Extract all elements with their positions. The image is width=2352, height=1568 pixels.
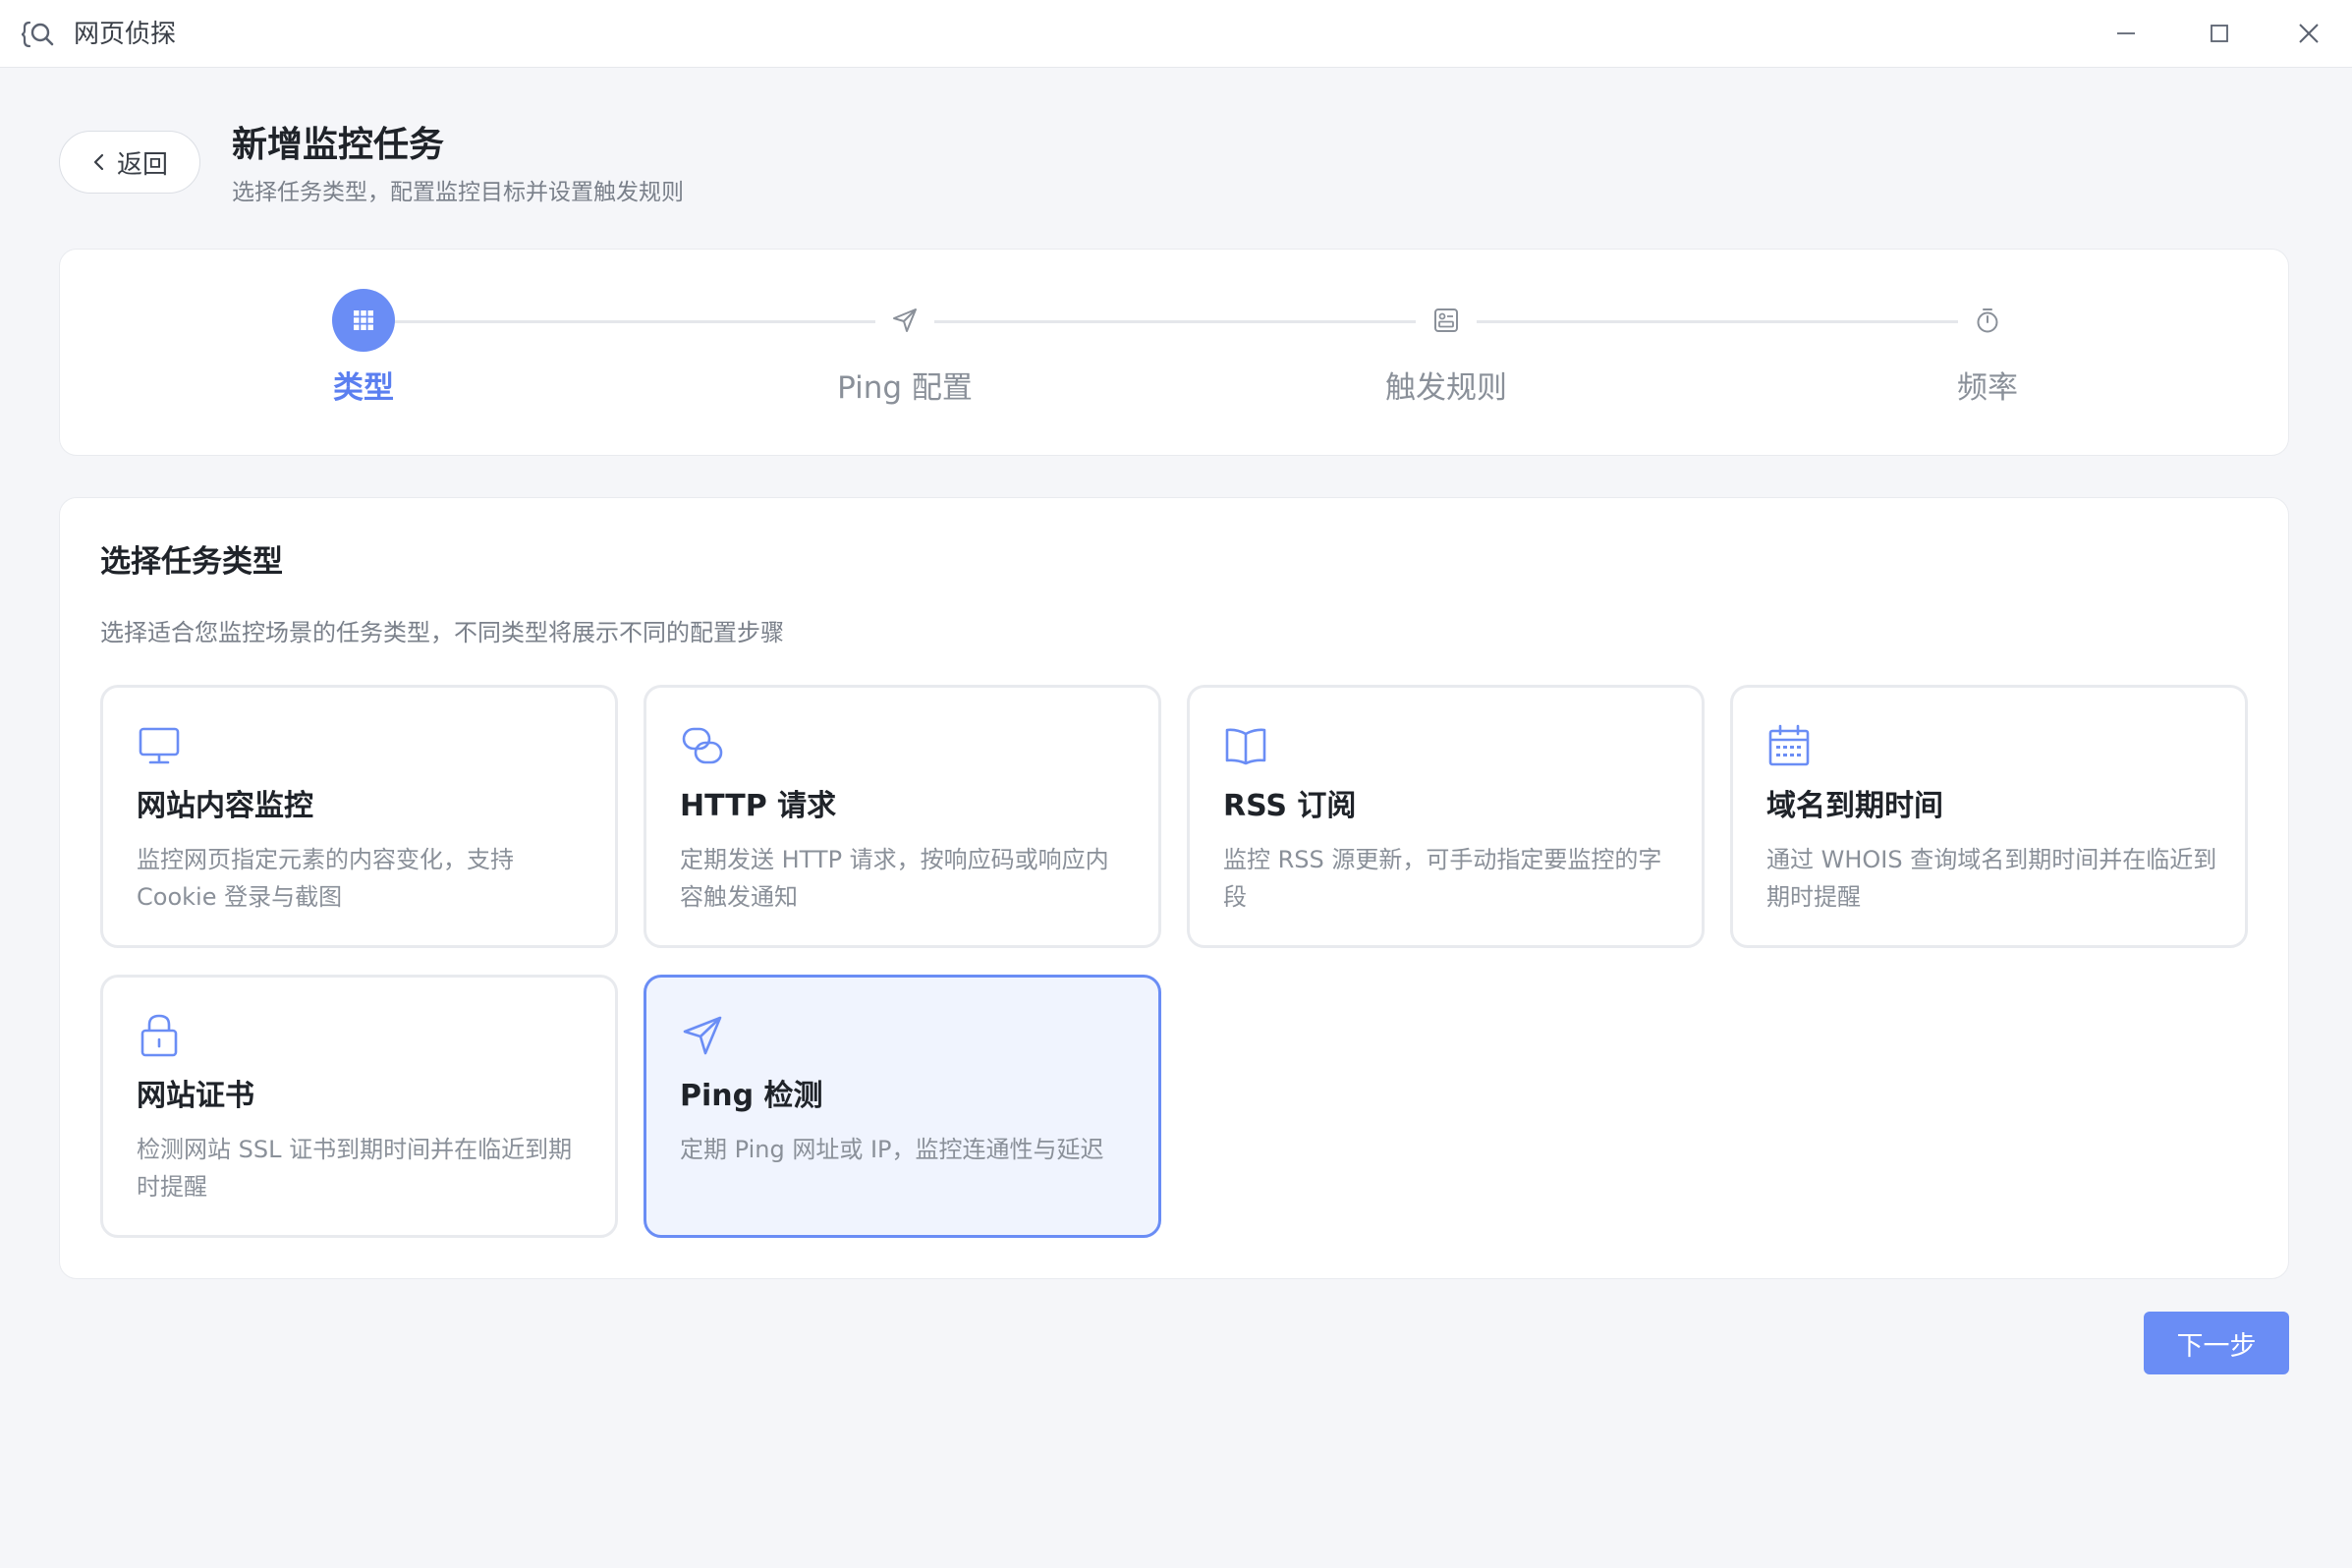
minimize-button[interactable] <box>2104 14 2148 53</box>
chevron-left-icon <box>93 153 104 171</box>
rule-icon <box>1434 308 1458 332</box>
step-connector <box>934 320 1416 323</box>
step-node-frequency <box>1956 289 2019 352</box>
step-node-type <box>332 289 395 352</box>
title-bar: 网页侦探 <box>0 0 2352 68</box>
step-label-ping-config: Ping 配置 <box>837 370 973 406</box>
maximize-button[interactable] <box>2198 14 2241 53</box>
maximize-icon <box>2211 25 2228 42</box>
calendar-icon <box>1768 724 1810 766</box>
option-description: 定期发送 HTTP 请求，按响应码或响应内容触发通知 <box>680 846 1109 911</box>
step-connector <box>394 320 875 323</box>
page-subtitle: 选择任务类型，配置监控目标并设置触发规则 <box>232 180 684 205</box>
minimize-icon <box>2117 32 2135 34</box>
option-title: RSS 订阅 <box>1223 789 1357 823</box>
app-title: 网页侦探 <box>74 20 177 49</box>
option-rss-subscription[interactable]: RSS 订阅 监控 RSS 源更新，可手动指定要监控的字段 <box>1187 685 1705 948</box>
section-description: 选择适合您监控场景的任务类型，不同类型将展示不同的配置步骤 <box>100 619 784 646</box>
option-title: 网站内容监控 <box>137 789 313 823</box>
monitor-icon <box>139 727 180 764</box>
step-connector <box>1477 320 1958 323</box>
option-description: 通过 WHOIS 查询域名到期时间并在临近到期时提醒 <box>1766 846 2217 911</box>
option-description: 监控网页指定元素的内容变化，支持 Cookie 登录与截图 <box>137 846 514 911</box>
option-http-request[interactable]: HTTP 请求 定期发送 HTTP 请求，按响应码或响应内容触发通知 <box>644 685 1161 948</box>
option-ping-check[interactable]: Ping 检测 定期 Ping 网址或 IP，监控连通性与延迟 <box>644 975 1161 1238</box>
option-description: 定期 Ping 网址或 IP，监控连通性与延迟 <box>680 1136 1104 1163</box>
option-ssl-certificate[interactable]: 网站证书 检测网站 SSL 证书到期时间并在临近到期时提醒 <box>100 975 618 1238</box>
send-icon <box>893 308 917 332</box>
timer-icon <box>1977 308 1998 333</box>
page-title: 新增监控任务 <box>232 125 445 165</box>
back-button-label: 返回 <box>116 149 168 180</box>
option-description: 监控 RSS 源更新，可手动指定要监控的字段 <box>1223 846 1662 911</box>
step-node-ping-config <box>873 289 936 352</box>
option-title: Ping 检测 <box>680 1079 823 1113</box>
grid-icon <box>354 310 373 330</box>
option-title: 网站证书 <box>137 1079 254 1113</box>
send-icon <box>683 1016 722 1055</box>
step-node-trigger-rules <box>1415 289 1478 352</box>
back-button[interactable]: 返回 <box>59 131 200 194</box>
step-label-trigger-rules: 触发规则 <box>1385 370 1507 406</box>
link-icon <box>682 727 723 764</box>
section-title: 选择任务类型 <box>100 544 283 580</box>
close-button[interactable] <box>2287 14 2330 53</box>
steps-card: 类型 Ping 配置 触发规则 频率 <box>59 249 2289 456</box>
option-description: 检测网站 SSL 证书到期时间并在临近到期时提醒 <box>137 1136 573 1201</box>
option-website-content[interactable]: 网站内容监控 监控网页指定元素的内容变化，支持 Cookie 登录与截图 <box>100 685 618 948</box>
close-icon <box>2299 24 2319 43</box>
step-label-frequency: 频率 <box>1957 370 2018 406</box>
next-step-button[interactable]: 下一步 <box>2144 1312 2289 1374</box>
step-label-type: 类型 <box>333 370 394 406</box>
app-logo-icon <box>22 21 54 48</box>
option-title: 域名到期时间 <box>1766 789 1943 823</box>
book-icon <box>1225 728 1266 765</box>
task-type-card: 选择任务类型 选择适合您监控场景的任务类型，不同类型将展示不同的配置步骤 网站内… <box>59 497 2289 1279</box>
option-domain-expiry[interactable]: 域名到期时间 通过 WHOIS 查询域名到期时间并在临近到期时提醒 <box>1730 685 2248 948</box>
option-title: HTTP 请求 <box>680 789 837 823</box>
lock-icon <box>140 1014 178 1057</box>
